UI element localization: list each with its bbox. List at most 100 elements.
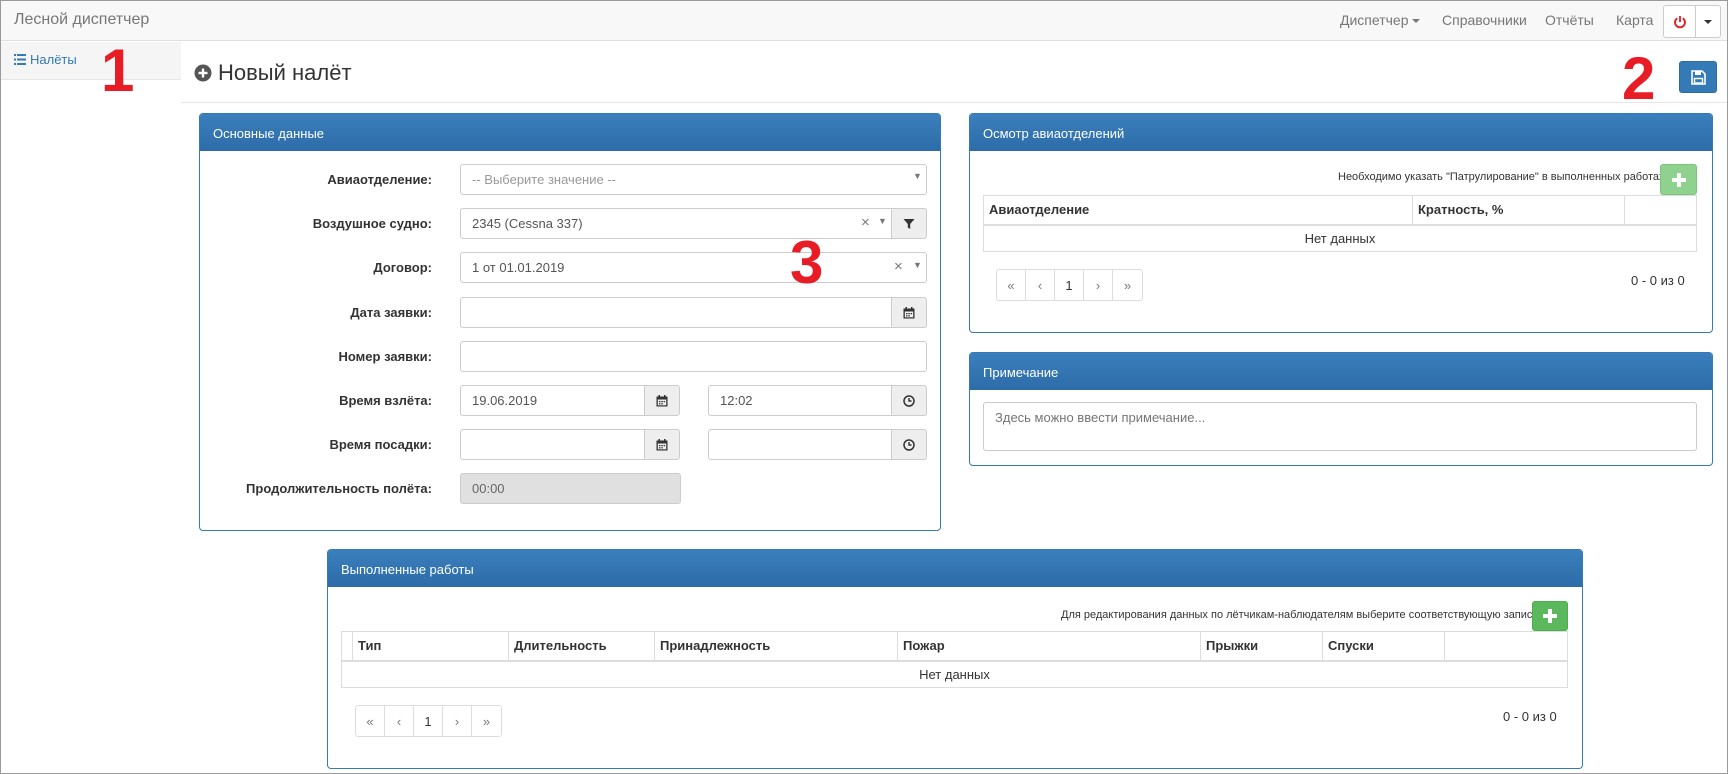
column-header[interactable]: Тип [352, 631, 509, 662]
takeoff-clock-button[interactable] [891, 385, 927, 416]
panel-title: Основные данные [200, 114, 940, 151]
landing-date-input[interactable] [460, 429, 645, 460]
takeoff-time-input[interactable]: 12:02 [708, 385, 892, 416]
request-number-label: Номер заявки: [338, 349, 432, 364]
page-title: Новый налёт [194, 60, 352, 86]
contract-label: Договор: [373, 260, 432, 275]
chevron-down-icon[interactable]: ▼ [913, 260, 922, 270]
duration-input: 00:00 [460, 473, 681, 504]
add-work-button[interactable] [1532, 601, 1568, 631]
chevron-down-icon[interactable]: ▼ [878, 216, 887, 226]
table-row: Нет данных [341, 660, 1568, 688]
calendar-icon [656, 438, 668, 450]
filter-icon [903, 218, 915, 229]
works-record-count: 0 - 0 из 0 [1503, 709, 1557, 724]
add-inspection-button[interactable] [1660, 164, 1697, 195]
landing-time-input[interactable] [708, 429, 892, 460]
sidebar-item-label: Налёты [30, 52, 77, 67]
chevron-down-icon[interactable]: ▼ [913, 171, 922, 181]
pager-next[interactable]: › [1084, 270, 1113, 300]
inspection-pagination: « ‹ 1 › » [996, 269, 1143, 301]
contract-select[interactable]: 1 от 01.01.2019 [460, 252, 927, 283]
user-menu-toggle[interactable] [1696, 6, 1720, 37]
note-textarea[interactable] [983, 402, 1697, 451]
header-divider [181, 102, 1727, 103]
plus-circle-icon [194, 64, 212, 82]
inspection-table: Авиаотделение Кратность, % Нет данных [983, 195, 1697, 252]
annotation-3: 3 [790, 229, 824, 296]
column-header[interactable]: Прыжки [1200, 631, 1323, 662]
empty-message: Нет данных [983, 224, 1697, 252]
select-value: 1 от 01.01.2019 [472, 260, 565, 275]
pager-prev[interactable]: ‹ [385, 706, 414, 736]
pager-first[interactable]: « [997, 270, 1026, 300]
aircraft-label: Воздушное судно: [312, 216, 432, 231]
nav-reports[interactable]: Отчёты [1545, 12, 1594, 28]
pager-next[interactable]: › [443, 706, 472, 736]
request-date-input[interactable] [460, 297, 892, 328]
works-hint: Для редактирования данных по лётчикам-на… [1061, 609, 1542, 621]
clear-icon[interactable]: × [894, 258, 903, 275]
aviaotdelenie-label: Авиаотделение: [327, 172, 432, 187]
pager-page[interactable]: 1 [1055, 270, 1084, 300]
column-header[interactable]: Кратность, % [1412, 195, 1625, 226]
column-header[interactable]: Спуски [1322, 631, 1445, 662]
clear-icon[interactable]: × [861, 214, 870, 231]
brand[interactable]: Лесной диспетчер [14, 11, 149, 29]
column-header [1624, 195, 1697, 226]
column-header[interactable]: Пожар [897, 631, 1201, 662]
save-button[interactable] [1679, 61, 1717, 93]
request-date-calendar-button[interactable] [891, 297, 927, 328]
nav-dispatcher-label: Диспетчер [1340, 12, 1409, 28]
nav-map[interactable]: Карта [1616, 12, 1653, 28]
aviaotdelenie-select[interactable]: -- Выберите значение -- [460, 164, 927, 195]
landing-clock-button[interactable] [891, 429, 927, 460]
nav-references[interactable]: Справочники [1442, 12, 1527, 28]
aircraft-select[interactable]: 2345 (Cessna 337) [460, 208, 892, 239]
annotation-2: 2 [1622, 45, 1656, 112]
plus-icon [1543, 609, 1557, 623]
column-header[interactable]: Принадлежность [654, 631, 898, 662]
caret-down-icon [1704, 19, 1712, 24]
empty-message: Нет данных [341, 660, 1568, 688]
power-icon [1673, 15, 1686, 28]
pager-prev[interactable]: ‹ [1026, 270, 1055, 300]
clock-icon [903, 438, 915, 451]
inspection-hint: Необходимо указать "Патрулирование" в вы… [1338, 171, 1665, 183]
table-header-row: Тип Длительность Принадлежность Пожар Пр… [341, 631, 1568, 662]
select-value: 2345 (Cessna 337) [472, 216, 583, 231]
power-button[interactable] [1664, 6, 1696, 37]
landing-calendar-button[interactable] [644, 429, 680, 460]
column-header[interactable]: Длительность [508, 631, 655, 662]
table-row: Нет данных [983, 224, 1697, 252]
request-number-input[interactable] [460, 341, 927, 372]
column-header [1444, 631, 1568, 662]
table-header-row: Авиаотделение Кратность, % [983, 195, 1697, 226]
column-header[interactable]: Авиаотделение [983, 195, 1413, 226]
clock-icon [903, 394, 915, 407]
filter-button[interactable] [891, 208, 927, 239]
plus-icon [1671, 172, 1686, 187]
pager-page[interactable]: 1 [414, 706, 443, 736]
select-value: -- Выберите значение -- [472, 172, 616, 187]
works-table: Тип Длительность Принадлежность Пожар Пр… [341, 631, 1568, 688]
nav-dispatcher[interactable]: Диспетчер [1340, 12, 1421, 28]
takeoff-date-input[interactable]: 19.06.2019 [460, 385, 645, 416]
sidebar-item-flights[interactable]: Налёты [14, 52, 77, 67]
duration-label: Продолжительность полёта: [246, 481, 432, 496]
pager-first[interactable]: « [356, 706, 385, 736]
pager-last[interactable]: » [1113, 270, 1142, 300]
panel-title: Примечание [970, 353, 1712, 390]
list-icon [14, 54, 26, 65]
inspection-record-count: 0 - 0 из 0 [1631, 273, 1685, 288]
request-date-label: Дата заявки: [350, 305, 432, 320]
caret-down-icon [1412, 19, 1421, 24]
takeoff-calendar-button[interactable] [644, 385, 680, 416]
floppy-disk-icon [1690, 69, 1706, 85]
user-button-group [1663, 5, 1721, 38]
panel-title: Выполненные работы [328, 550, 1582, 587]
page-title-text: Новый налёт [218, 60, 352, 85]
works-pagination: « ‹ 1 › » [355, 705, 502, 737]
pager-last[interactable]: » [472, 706, 501, 736]
calendar-icon [656, 394, 668, 406]
